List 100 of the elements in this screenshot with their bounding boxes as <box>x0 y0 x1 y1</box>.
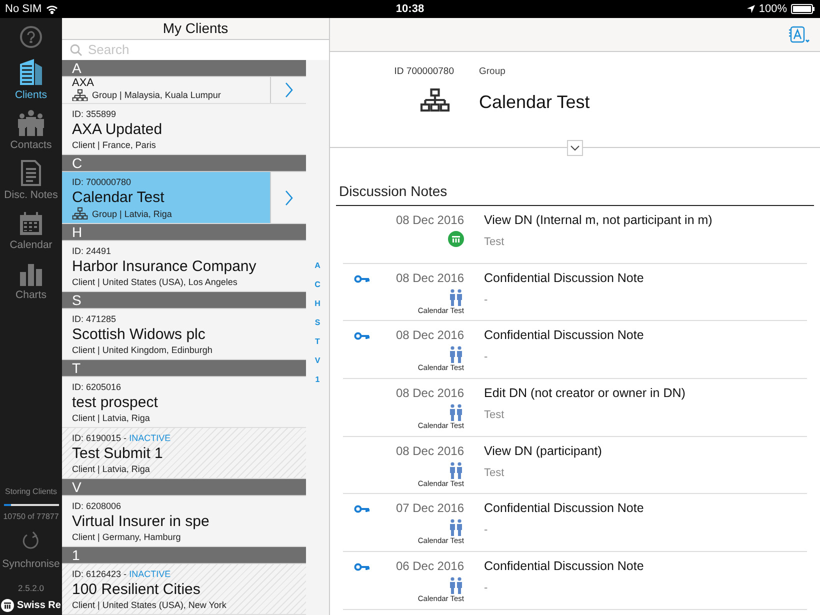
clock-time: 10:38 <box>396 2 424 17</box>
note-date: 08 Dec 2016 <box>396 327 464 344</box>
client-list-item[interactable]: ID: 700000780 Calendar Test Group | Latvia, Riga <box>62 172 306 224</box>
translate-button[interactable] <box>788 26 810 44</box>
sidebar-nav-item[interactable]: Charts <box>0 258 62 308</box>
list-title: My Clients <box>162 19 228 38</box>
note-title: View DN (Internal m, not participant in m) <box>484 212 712 229</box>
people-icon <box>17 110 45 136</box>
building-icon <box>18 58 44 86</box>
client-details: Client | Latvia, Riga <box>72 412 150 424</box>
client-details: Group | Latvia, Riga <box>92 208 172 220</box>
client-details: Client | Germany, Hamburg <box>72 531 181 544</box>
client-id: ID: 471285 <box>72 314 118 326</box>
note-date: 06 Dec 2016 <box>396 558 464 574</box>
client-id: ID: 24491 <box>72 246 112 258</box>
note-subtitle: Test <box>484 408 506 424</box>
section-header: V <box>62 479 306 496</box>
note-date: 08 Dec 2016 <box>396 270 464 286</box>
client-details: Client | United States (USA), Los Angeles <box>72 276 238 288</box>
question-mark-icon <box>27 31 35 43</box>
note-date: 08 Dec 2016 <box>396 212 464 228</box>
client-name: Virtual Insurer in spe <box>72 512 210 532</box>
note-title: Confidential Discussion Note <box>484 500 644 518</box>
client-name: AXA Updated <box>72 120 164 140</box>
client-id: ID 700000780 <box>394 65 454 79</box>
org-chart-icon <box>72 207 88 220</box>
client-details: Client | United Kingdom, Edinburgh <box>72 344 212 356</box>
section-header: 1 <box>62 547 306 564</box>
client-details: Group | Malaysia, Kuala Lumpur <box>92 88 221 101</box>
section-header: T <box>62 360 306 378</box>
client-details: Client | France, Paris <box>72 139 156 152</box>
calendar-icon <box>19 212 43 236</box>
battery-percentage: 100% <box>758 2 787 17</box>
client-id: ID: 6190015 - INACTIVE <box>72 433 172 444</box>
section-header: H <box>62 224 306 242</box>
client-name: Calendar Test <box>72 188 166 208</box>
note-date: 07 Dec 2016 <box>396 500 464 516</box>
key-icon <box>354 563 370 572</box>
client-name: Scottish Widows plc <box>72 325 206 344</box>
client-name: Test Submit 1 <box>72 444 164 464</box>
translate-icon <box>788 26 810 44</box>
people-icon <box>448 404 464 422</box>
note-subtitle: Test <box>484 235 506 250</box>
synchronise-button[interactable]: Synchronise <box>2 556 60 572</box>
note-date: 08 Dec 2016 <box>396 442 464 459</box>
client-name: AXA <box>72 76 96 88</box>
section-header: A <box>62 60 306 76</box>
client-list-item[interactable]: ID: 6126423 - INACTIVE 100 Resilient Cities Client | United States (USA), New York <box>62 564 306 615</box>
note-subtitle: Test <box>484 466 506 481</box>
people-icon <box>448 577 464 594</box>
sync-icon <box>22 530 40 550</box>
section-title: Discussion Notes <box>338 183 448 199</box>
progress-label: Storing Clients <box>4 486 58 498</box>
collapse-button[interactable] <box>567 140 583 156</box>
note-subtitle: - <box>484 581 489 596</box>
client-details: Client | Latvia, Riga <box>72 463 150 476</box>
section-header: C <box>62 155 306 172</box>
client-id: ID: 700000780 <box>72 177 132 188</box>
chevron-down-icon <box>570 145 580 151</box>
location-arrow-icon <box>746 5 755 13</box>
client-list-item[interactable]: ID: 6190015 - INACTIVE Test Submit 1 Client | Latvia, Riga <box>62 428 306 480</box>
document-icon <box>20 160 42 186</box>
people-icon <box>448 519 464 536</box>
client-list-item[interactable]: AXA Group | Malaysia, Kuala Lumpur <box>62 76 306 104</box>
sidebar-nav-item[interactable]: Contacts <box>0 108 62 158</box>
sidebar-nav-item[interactable]: Calendar <box>0 208 62 258</box>
key-icon <box>354 332 370 342</box>
section-header: S <box>62 292 306 310</box>
client-name: Harbor Insurance Company <box>72 257 258 276</box>
carrier-label: No SIM <box>5 2 42 17</box>
people-icon <box>448 288 464 306</box>
note-title: Confidential Discussion Note <box>484 327 644 344</box>
help-button[interactable] <box>20 26 42 48</box>
org-chart-icon <box>420 88 450 112</box>
client-id: ID: 6126423 - INACTIVE <box>72 569 172 580</box>
sidebar-nav-item[interactable]: Disc. Notes <box>0 158 62 208</box>
discussion-note-item[interactable]: 08 Dec 2016 View DN (Internal m, not participant in m) Test <box>343 206 807 264</box>
bar-chart-icon <box>19 262 43 286</box>
people-icon <box>448 462 464 479</box>
client-id: ID: 355899 <box>72 109 118 120</box>
note-title: View DN (participant) <box>484 442 602 460</box>
chevron-right-icon <box>284 82 292 98</box>
note-title: Confidential Discussion Note <box>484 270 644 287</box>
key-icon <box>354 505 370 514</box>
meeting-icon <box>448 231 464 247</box>
client-type: Group <box>479 65 506 79</box>
client-name: test prospect <box>72 393 159 412</box>
wifi-icon <box>46 4 58 14</box>
client-details: Client | United States (USA), New York <box>72 599 226 612</box>
note-title: Confidential Discussion Note <box>484 558 644 576</box>
client-title: Calendar Test <box>479 91 590 114</box>
people-icon <box>448 346 464 364</box>
client-id: ID: 6208006 <box>72 501 122 512</box>
client-name: 100 Resilient Cities <box>72 580 202 600</box>
logo-text: Swiss Re <box>17 599 61 613</box>
note-title: Edit DN (not creator or owner in DN) <box>484 385 686 402</box>
note-subtitle: - <box>484 350 489 366</box>
battery-icon <box>791 4 815 14</box>
note-date: 08 Dec 2016 <box>396 385 464 402</box>
sidebar-nav-item[interactable]: Clients <box>0 58 62 108</box>
